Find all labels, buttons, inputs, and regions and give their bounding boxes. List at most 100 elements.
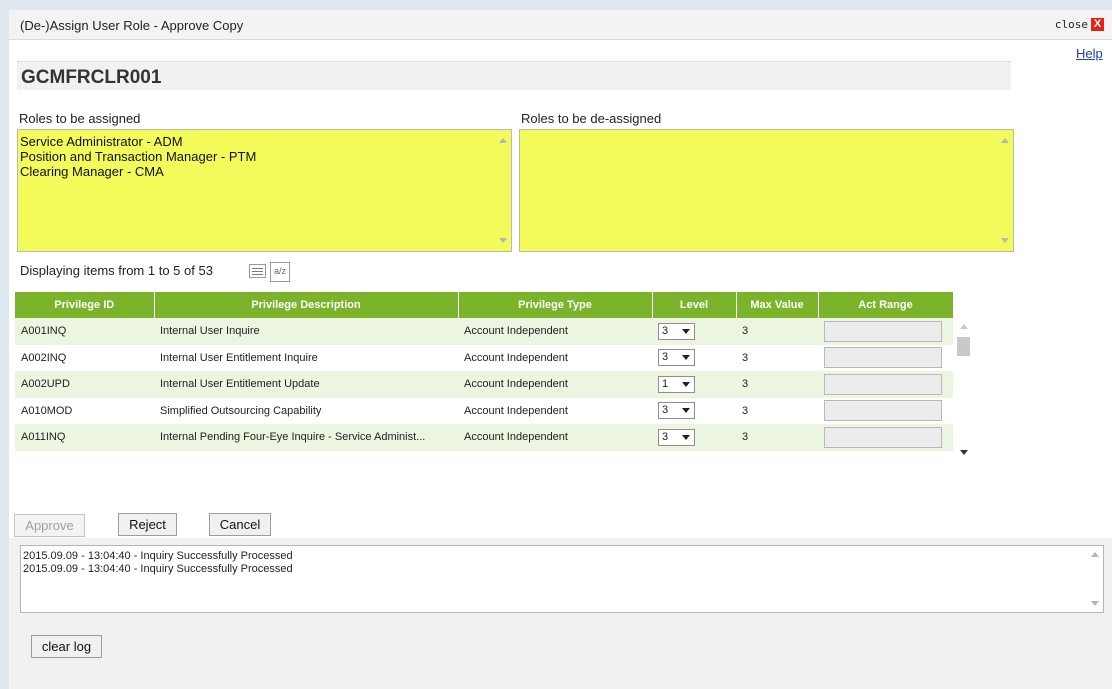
deassigned-roles-list[interactable]	[519, 129, 1014, 252]
privilege-type-cell: Account Independent	[458, 344, 652, 371]
log-scrollbar[interactable]	[1087, 546, 1103, 612]
column-header[interactable]: Privilege Description	[154, 292, 459, 318]
approve-button[interactable]: Approve	[14, 514, 85, 537]
dropdown-caret-icon	[682, 408, 690, 414]
max-value-cell: 3	[736, 424, 818, 451]
act-range-cell	[818, 424, 953, 451]
scroll-thumb[interactable]	[957, 337, 970, 356]
close-label: close	[1054, 18, 1088, 31]
max-value-cell: 3	[736, 397, 818, 424]
column-header[interactable]: Level	[652, 292, 737, 318]
scroll-up-icon[interactable]	[499, 138, 507, 143]
privilege-description-cell: Simplified Outsourcing Capability	[154, 397, 458, 424]
privilege-id-cell: A011INQ	[15, 424, 154, 451]
scroll-up-icon[interactable]	[1001, 138, 1009, 143]
scroll-down-icon[interactable]	[960, 450, 968, 455]
scroll-down-icon[interactable]	[1091, 601, 1099, 606]
close-icon[interactable]: X	[1091, 18, 1104, 31]
top-border	[0, 0, 1112, 10]
assigned-roles-label: Roles to be assigned	[19, 111, 141, 126]
level-cell: 3	[652, 344, 736, 371]
privilege-id-cell: A001INQ	[15, 318, 154, 345]
scroll-up-icon[interactable]	[1091, 552, 1099, 557]
max-value-cell: 3	[736, 344, 818, 371]
privilege-type-cell: Account Independent	[458, 424, 652, 451]
act-range-input[interactable]	[824, 347, 942, 369]
table-row[interactable]: A011INQ Internal Pending Four-Eye Inquir…	[15, 424, 953, 451]
level-value: 3	[662, 324, 669, 337]
log-line: 2015.09.09 - 13:04:40 - Inquiry Successf…	[23, 563, 293, 575]
dropdown-caret-icon	[682, 434, 690, 440]
act-range-cell	[818, 344, 953, 371]
list-view-icon[interactable]	[249, 264, 266, 278]
act-range-input[interactable]	[824, 426, 942, 448]
privilege-description-cell: Internal User Entitlement Update	[154, 371, 458, 398]
window-title: (De-)Assign User Role - Approve Copy	[20, 18, 244, 33]
table-row[interactable]: A010MOD Simplified Outsourcing Capabilit…	[15, 397, 953, 424]
pagination-info: Displaying items from 1 to 5 of 53	[20, 263, 213, 278]
privilege-type-cell: Account Independent	[458, 318, 652, 345]
level-select[interactable]: 1	[658, 375, 695, 393]
role-list-item[interactable]: Clearing Manager - CMA	[18, 164, 511, 179]
level-cell: 3	[652, 424, 736, 451]
max-value-cell: 3	[736, 318, 818, 345]
page-title: GCMFRCLR001	[21, 67, 162, 88]
column-header[interactable]: Act Range	[818, 292, 954, 318]
level-select[interactable]: 3	[658, 322, 695, 340]
role-list-item[interactable]: Position and Transaction Manager - PTM	[18, 149, 511, 164]
privilege-description-cell: Internal User Inquire	[154, 318, 458, 345]
message-log[interactable]: 2015.09.09 - 13:04:40 - Inquiry Successf…	[20, 545, 1104, 613]
privilege-id-cell: A010MOD	[15, 397, 154, 424]
privileges-table: Privilege ID Privilege Description Privi…	[15, 292, 954, 451]
table-row[interactable]: A002UPD Internal User Entitlement Update…	[15, 371, 953, 398]
act-range-input[interactable]	[824, 320, 942, 342]
window-titlebar: (De-)Assign User Role - Approve Copy clo…	[9, 10, 1112, 40]
level-cell: 3	[652, 397, 736, 424]
assigned-roles-scrollbar[interactable]	[495, 130, 511, 251]
dropdown-caret-icon	[682, 381, 690, 387]
role-list-item[interactable]: Service Administrator - ADM	[18, 134, 511, 149]
level-cell: 3	[652, 318, 736, 345]
column-header[interactable]: Privilege ID	[15, 292, 155, 318]
level-value: 3	[662, 430, 669, 443]
level-select[interactable]: 3	[658, 402, 695, 420]
privilege-type-cell: Account Independent	[458, 371, 652, 398]
level-select[interactable]: 3	[658, 349, 695, 367]
column-header[interactable]: Privilege Type	[458, 292, 653, 318]
privilege-id-cell: A002UPD	[15, 371, 154, 398]
level-value: 3	[662, 404, 669, 417]
level-cell: 1	[652, 371, 736, 398]
table-row[interactable]: A002INQ Internal User Entitlement Inquir…	[15, 344, 953, 371]
act-range-input[interactable]	[824, 373, 942, 395]
column-header[interactable]: Max Value	[736, 292, 819, 318]
sort-icon-text: a/z	[273, 266, 286, 276]
cancel-button[interactable]: Cancel	[209, 513, 271, 536]
deassigned-roles-label: Roles to be de-assigned	[521, 111, 662, 126]
act-range-cell	[818, 371, 953, 398]
left-border	[0, 10, 9, 689]
log-line: 2015.09.09 - 13:04:40 - Inquiry Successf…	[23, 550, 293, 562]
privilege-description-cell: Internal User Entitlement Inquire	[154, 344, 458, 371]
privilege-type-cell: Account Independent	[458, 397, 652, 424]
level-value: 3	[662, 351, 669, 364]
act-range-input[interactable]	[824, 400, 942, 422]
close-button[interactable]: close X	[1055, 18, 1104, 31]
level-value: 1	[662, 377, 669, 390]
reject-button[interactable]: Reject	[118, 513, 177, 536]
table-scrollbar[interactable]	[956, 318, 972, 463]
privilege-description-cell: Internal Pending Four-Eye Inquire - Serv…	[154, 424, 458, 451]
level-select[interactable]: 3	[658, 428, 695, 446]
assigned-roles-list[interactable]: Service Administrator - ADM Position and …	[17, 129, 512, 252]
deassigned-roles-scrollbar[interactable]	[997, 130, 1013, 251]
scroll-down-icon[interactable]	[499, 238, 507, 243]
table-row[interactable]: A001INQ Internal User Inquire Account In…	[15, 318, 953, 345]
scroll-up-icon[interactable]	[960, 324, 968, 329]
dropdown-caret-icon	[682, 328, 690, 334]
dropdown-caret-icon	[682, 355, 690, 361]
help-link[interactable]: Help	[1076, 46, 1103, 61]
scroll-down-icon[interactable]	[1001, 238, 1009, 243]
act-range-cell	[818, 318, 953, 345]
sort-icon[interactable]: a/z	[270, 262, 290, 282]
clear-log-button[interactable]: clear log	[31, 635, 102, 658]
act-range-cell	[818, 397, 953, 424]
